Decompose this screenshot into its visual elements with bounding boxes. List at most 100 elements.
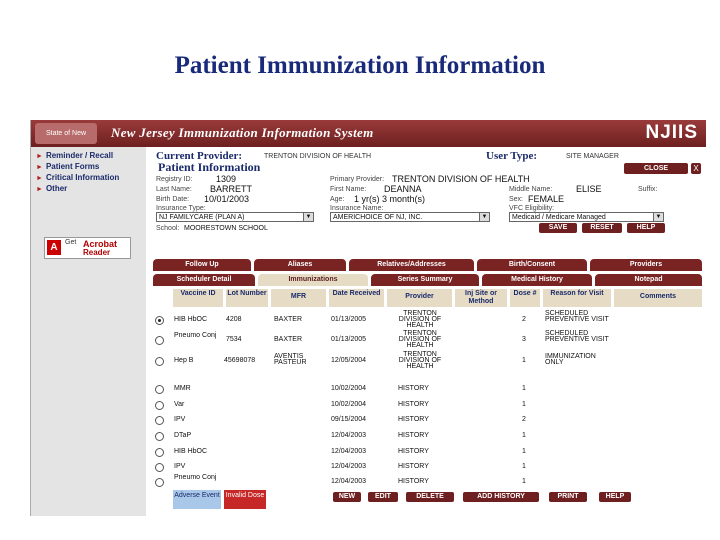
row-select-radio[interactable] (155, 336, 164, 345)
help-bottom-button[interactable]: HELP (599, 492, 631, 502)
close-icon[interactable]: X (691, 163, 701, 174)
insurance-name-select[interactable]: AMERICHOICE OF NJ, INC. ▼ (330, 212, 490, 222)
tab-immunizations[interactable]: Immunizations (258, 274, 368, 286)
main-panel: Current Provider: TRENTON DIVISION OF HE… (146, 147, 706, 516)
new-button[interactable]: NEW (333, 492, 361, 502)
registry-id-value: 1309 (216, 174, 237, 184)
tab-series-summary[interactable]: Series Summary (371, 274, 479, 286)
close-button[interactable]: CLOSE (624, 163, 688, 174)
table-row[interactable]: DTaP 12/04/2003 HISTORY 1 (146, 428, 706, 443)
get-acrobat-reader-link[interactable]: A Get Acrobat Reader (44, 237, 131, 259)
vfc-eligibility-label: VFC Eligibility: (509, 205, 555, 212)
middle-name-label: Middle Name: (509, 186, 553, 193)
insurance-name-label: Insurance Name: (330, 205, 384, 212)
system-title: New Jersey Immunization Information Syst… (111, 125, 374, 140)
arrow-right-icon: ► (36, 164, 43, 171)
table-row[interactable]: Hep B 45698078 AVENTIS PASTEUR 12/05/200… (146, 351, 706, 370)
registry-id-label: Registry ID: (156, 176, 193, 183)
nav-item-critical-information[interactable]: ► Critical Information (36, 173, 119, 182)
tab-follow-up[interactable]: Follow Up (153, 259, 251, 271)
row-select-radio[interactable] (155, 316, 164, 325)
row-select-radio[interactable] (155, 385, 164, 394)
chevron-down-icon: ▼ (653, 213, 663, 221)
arrow-right-icon: ► (36, 186, 43, 193)
sex-value: FEMALE (528, 194, 565, 204)
reset-button[interactable]: RESET (582, 223, 622, 233)
last-name-value: BARRETT (210, 184, 253, 194)
table-row[interactable]: IPV 12/04/2003 HISTORY 1 (146, 459, 706, 474)
insurance-type-label: Insurance Type: (156, 205, 206, 212)
delete-button[interactable]: DELETE (406, 492, 454, 502)
tab-aliases[interactable]: Aliases (254, 259, 346, 271)
row-select-radio[interactable] (155, 463, 164, 472)
njiis-window: State of New Jersey New Jersey Immunizat… (30, 120, 706, 516)
table-row[interactable]: MMR 10/02/2004 HISTORY 1 (146, 381, 706, 396)
row-select-radio[interactable] (155, 448, 164, 457)
njiis-logo: NJIIS (645, 122, 698, 143)
column-header-reason: Reason for Visit (543, 289, 611, 307)
row-select-radio[interactable] (155, 357, 164, 366)
row-select-radio[interactable] (155, 478, 164, 487)
column-header-inj-site: Inj Site or Method (455, 289, 507, 307)
tab-birth-consent[interactable]: Birth/Consent (477, 259, 587, 271)
column-header-lot-number: Lot Number (226, 289, 268, 307)
tab-providers[interactable]: Providers (590, 259, 702, 271)
primary-provider-value: TRENTON DIVISION OF HEALTH (392, 174, 530, 184)
last-name-label: Last Name: (156, 186, 192, 193)
table-row[interactable]: IPV 09/15/2004 HISTORY 2 (146, 412, 706, 427)
row-select-radio[interactable] (155, 432, 164, 441)
suffix-label: Suffix: (638, 186, 658, 193)
age-label: Age: (330, 196, 345, 203)
arrow-right-icon: ► (36, 153, 43, 160)
chevron-down-icon: ▼ (479, 213, 489, 221)
chevron-down-icon: ▼ (303, 213, 313, 221)
nav-item-patient-forms[interactable]: ► Patient Forms (36, 162, 99, 171)
column-header-dose: Dose # (510, 289, 540, 307)
insurance-type-select[interactable]: NJ FAMILYCARE (PLAN A) ▼ (156, 212, 314, 222)
vfc-eligibility-select[interactable]: Medicaid / Medicare Managed ▼ (509, 212, 664, 222)
user-type-value: SITE MANAGER (566, 153, 619, 160)
patient-information-title: Patient Information (158, 160, 261, 174)
school-label: School: (156, 225, 180, 232)
table-row[interactable]: HIB HbOC 4208 BAXTER 01/13/2005 TRENTON … (146, 310, 706, 329)
first-name-value: DEANNA (384, 184, 422, 194)
edit-button[interactable]: EDIT (368, 492, 398, 502)
arrow-right-icon: ► (36, 175, 43, 182)
birth-date-label: Birth Date: (156, 196, 190, 203)
save-button[interactable]: SAVE (539, 223, 577, 233)
help-button[interactable]: HELP (627, 223, 665, 233)
table-row[interactable]: Var 10/02/2004 HISTORY 1 (146, 397, 706, 412)
tab-medical-history[interactable]: Medical History (482, 274, 592, 286)
birth-date-value: 10/01/2003 (204, 194, 250, 204)
left-nav: ► Reminder / Recall ► Patient Forms ► Criti… (31, 147, 146, 516)
tab-relatives-addresses[interactable]: Relatives/Addresses (349, 259, 474, 271)
nav-item-reminder-recall[interactable]: ► Reminder / Recall (36, 151, 113, 160)
adobe-icon: A (47, 240, 61, 255)
nav-item-other[interactable]: ► Other (36, 184, 67, 193)
user-type-label: User Type: (486, 150, 538, 162)
print-button[interactable]: PRINT (549, 492, 587, 502)
invalid-dose-legend: Invalid Dose (224, 490, 266, 509)
column-header-date-received: Date Received (329, 289, 384, 307)
sex-label: Sex: (509, 196, 524, 203)
age-value: 1 yr(s) 3 month(s) (354, 194, 426, 204)
row-select-radio[interactable] (155, 401, 164, 410)
primary-provider-label: Primary Provider: (330, 176, 385, 183)
column-header-comments: Comments (614, 289, 702, 307)
first-name-label: First Name: (330, 186, 367, 193)
table-row[interactable]: Pneumo Conj 12/04/2003 HISTORY 1 (146, 474, 706, 489)
app-header: State of New Jersey New Jersey Immunizat… (31, 120, 706, 158)
tab-notepad[interactable]: Notepad (595, 274, 702, 286)
add-history-button[interactable]: ADD HISTORY (463, 492, 539, 502)
tab-scheduler-detail[interactable]: Scheduler Detail (153, 274, 255, 286)
state-seal-logo: State of New Jersey (35, 123, 97, 158)
column-header-provider: Provider (387, 289, 452, 307)
row-select-radio[interactable] (155, 416, 164, 425)
middle-name-value: ELISE (576, 184, 602, 194)
column-header-mfr: MFR (271, 289, 326, 307)
table-row[interactable]: Pneumo Conj 7534 BAXTER 01/13/2005 TRENT… (146, 330, 706, 349)
current-provider-value: TRENTON DIVISION OF HEALTH (264, 153, 372, 160)
school-value: MOORESTOWN SCHOOL (184, 225, 268, 232)
table-row[interactable]: HIB HbOC 12/04/2003 HISTORY 1 (146, 444, 706, 459)
adverse-event-legend: Adverse Event (173, 490, 221, 509)
